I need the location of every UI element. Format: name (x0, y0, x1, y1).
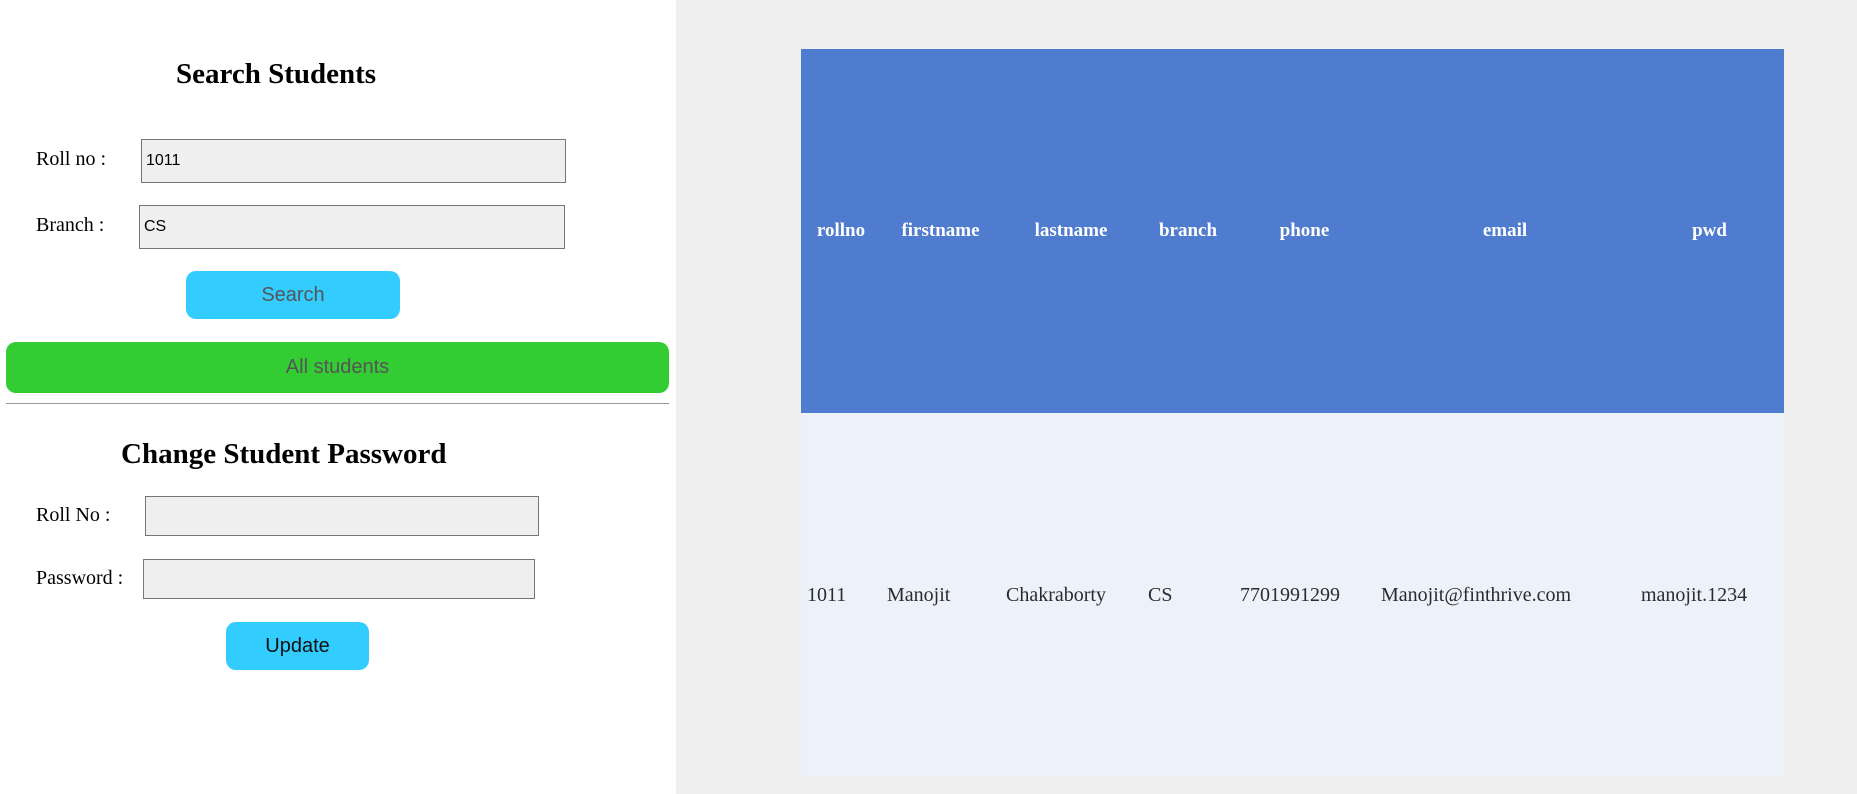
column-header-branch: branch (1158, 220, 1218, 241)
search-students-title: Search Students (176, 58, 377, 90)
password-rollno-input[interactable] (145, 496, 539, 536)
cell-rollno: 1011 (807, 583, 847, 606)
cell-lastname: Chakraborty (1006, 583, 1106, 606)
password-rollno-label: Roll No : (36, 504, 111, 526)
column-header-lastname: lastname (1034, 220, 1108, 241)
change-password-title: Change Student Password (121, 438, 447, 470)
search-branch-label: Branch : (36, 214, 105, 236)
column-header-firstname: firstname (901, 220, 980, 241)
search-branch-input[interactable] (139, 205, 565, 249)
cell-phone: 7701991299 (1240, 583, 1340, 606)
section-divider (6, 403, 669, 404)
column-header-rollno: rollno (816, 220, 866, 241)
password-input[interactable] (143, 559, 535, 599)
cell-pwd: manojit.1234 (1641, 583, 1748, 606)
column-header-phone: phone (1279, 220, 1330, 241)
cell-email: Manojit@finthrive.com (1381, 583, 1572, 606)
search-rollno-label: Roll no : (36, 148, 107, 170)
all-students-button[interactable]: All students (6, 342, 669, 393)
search-button[interactable]: Search (186, 271, 400, 319)
column-header-email: email (1482, 220, 1528, 241)
column-header-pwd: pwd (1692, 220, 1727, 241)
update-button[interactable]: Update (226, 622, 369, 670)
left-pane: Search Students Roll no : Branch : Searc… (0, 0, 676, 794)
table-header-row: rollno firstname lastname branch phone e… (801, 49, 1784, 413)
cell-branch: CS (1148, 583, 1173, 606)
cell-firstname: Manojit (887, 583, 951, 606)
students-table: rollno firstname lastname branch phone e… (801, 49, 1784, 777)
table-row: 1011 Manojit Chakraborty CS 7701991299 M… (801, 413, 1784, 777)
search-rollno-input[interactable] (141, 139, 566, 183)
password-label: Password : (36, 567, 124, 589)
